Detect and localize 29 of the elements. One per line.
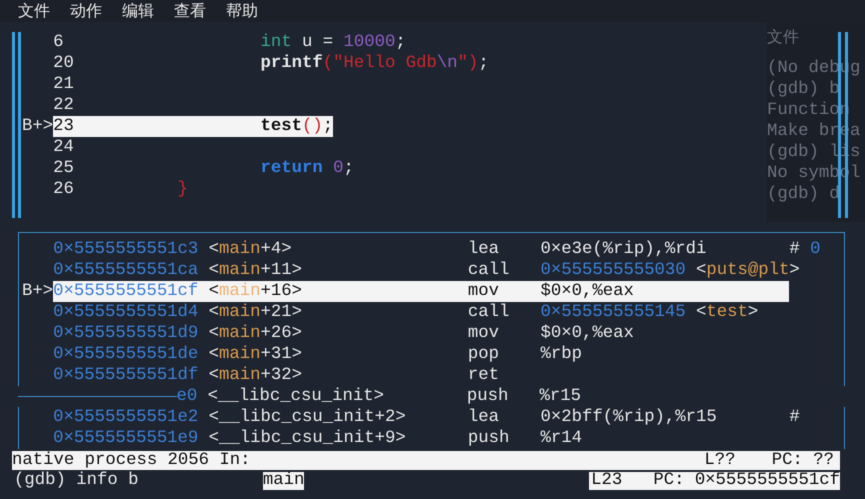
disassembly-line: 0×5555555551df <main+32> ret [52, 365, 500, 386]
source-line: 26 } [52, 179, 188, 200]
disassembly-line: B+>0×5555555551cf <main+16> mov $0×0,%eax [21, 281, 790, 302]
location-label: L23 PC: 0×5555555551cf [589, 472, 840, 490]
source-line: 22 [52, 95, 75, 116]
source-line: B+>23 test(); [21, 116, 334, 137]
menu-item[interactable]: 编辑 [122, 1, 154, 21]
function-label: main [262, 472, 304, 490]
disassembly-line: 0×5555555551ca <main+11> call 0×555555555030 <puts@plt> [52, 260, 800, 281]
disassembly-line: 0×5555555551e9 <__libc_csu_init+9> push %r14 [52, 428, 583, 449]
menu-item[interactable]: 查看 [174, 1, 206, 21]
source-line: 6 int u = 10000; [52, 32, 406, 53]
menu-item[interactable]: 帮助 [226, 1, 258, 21]
pc-indicator: PC: ?? [772, 451, 834, 470]
disassembly-line: 0×5555555551c3 <main+4> lea 0×e3e(%rip),%rdi # 0 [52, 239, 820, 260]
menu-item[interactable]: 文件 [18, 1, 50, 21]
disassembly-line: 0×5555555551de <main+31> pop %rbp [52, 344, 583, 365]
command-text: (gdb) info b [14, 472, 140, 490]
line-indicator: L?? [704, 451, 736, 470]
source-line: 21 [52, 74, 75, 95]
disassembly-line: 0×5555555551d9 <main+26> mov $0×0,%eax [52, 323, 635, 344]
source-line: 25 return 0; [52, 158, 354, 179]
disassembly-line: 0×5555555551e2 <__libc_csu_init+2> lea 0×2bff(%rip),%r15 # [52, 407, 800, 428]
source-line: 20 printf("Hello Gdb\n"); [52, 53, 489, 74]
process-status: native process 2056 In: [12, 451, 251, 470]
disassembly-line: e0 <__libc_csu_init> push %r15 [18, 386, 845, 407]
menu-item[interactable]: 动作 [70, 1, 102, 21]
source-line: 24 [52, 137, 75, 158]
disassembly-line: 0×5555555551d4 <main+21> call 0×555555555145 <test> [52, 302, 760, 323]
